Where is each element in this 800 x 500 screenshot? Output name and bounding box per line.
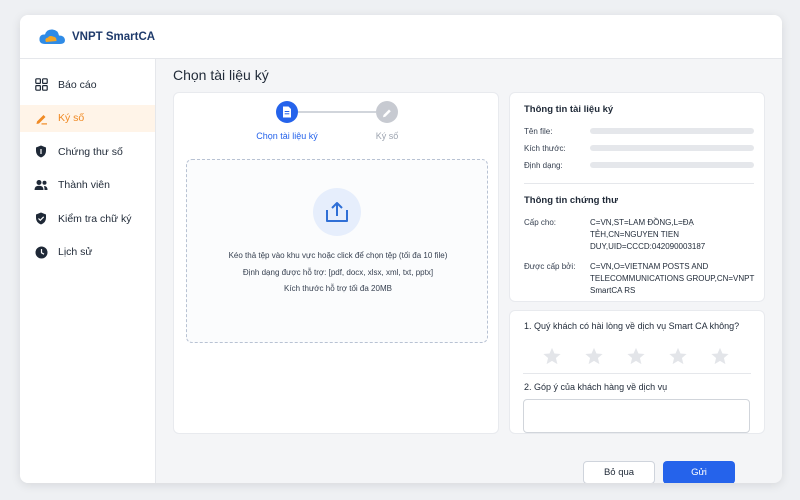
file-size-label: Kích thước: — [524, 144, 566, 153]
file-name-label: Tên file: — [524, 127, 553, 136]
sidebar-item-kiem-tra-chu-ky[interactable]: Kiểm tra chữ ký — [20, 205, 155, 232]
star-icon[interactable] — [626, 347, 646, 365]
section-divider — [524, 183, 754, 184]
sidebar-item-label: Báo cáo — [58, 78, 97, 91]
dropzone-instruction: Kéo thả tệp vào khu vực hoặc click để ch… — [228, 251, 448, 260]
issued-to-label: Cấp cho: — [524, 218, 557, 227]
sidebar: Báo cáo Ký số Chứng thư số Thành viên Ki… — [20, 59, 156, 483]
sidebar-item-label: Chứng thư số — [58, 145, 123, 158]
file-format-label: Định dạng: — [524, 161, 563, 170]
rating-card: 1. Quý khách có hài lòng về dịch vụ Smar… — [509, 310, 765, 434]
upload-icon — [326, 202, 348, 222]
sidebar-item-label: Lịch sử — [58, 246, 93, 258]
star-icon[interactable] — [710, 347, 730, 365]
document-icon — [283, 106, 291, 118]
star-rating[interactable] — [542, 347, 752, 365]
feedback-input[interactable] — [523, 399, 750, 433]
top-bar: VNPT SmartCA — [20, 15, 782, 59]
grid-icon — [34, 78, 48, 92]
step-1-label: Chọn tài liệu ký — [256, 131, 318, 141]
upload-card: Chọn tài liệu ký Ký số Kéo thả tệp vào k… — [173, 92, 499, 434]
dropzone-size-limit: Kích thước hỗ trợ tối đa 20MB — [284, 284, 392, 293]
sidebar-item-ky-so[interactable]: Ký số — [20, 104, 155, 132]
issued-by-label: Được cấp bởi: — [524, 262, 576, 271]
sidebar-item-label: Thành viên — [58, 179, 110, 191]
app-name: VNPT SmartCA — [72, 30, 156, 43]
sidebar-item-label: Kiểm tra chữ ký — [58, 212, 132, 225]
step-2-label: Ký số — [375, 131, 399, 141]
issued-to-value: C=VN,ST=LAM ĐỒNG,L=ĐẠ TẺH,CN=NGUYEN TIEN… — [590, 218, 706, 251]
step-2-indicator[interactable] — [376, 101, 398, 123]
app-window: VNPT SmartCA Báo cáo Ký số Chứng thư số … — [20, 15, 782, 483]
step-1-indicator[interactable] — [276, 101, 298, 123]
send-button[interactable]: Gửi — [663, 461, 735, 483]
shield-icon — [34, 145, 48, 159]
file-name-placeholder — [590, 128, 754, 134]
satisfaction-question: 1. Quý khách có hài lòng về dịch vụ Smar… — [524, 321, 740, 331]
issued-by-value: C=VN,O=VIETNAM POSTS AND TELECOMMUNICATI… — [590, 262, 755, 295]
skip-button[interactable]: Bỏ qua — [583, 461, 655, 483]
shield-check-icon — [34, 212, 48, 226]
star-icon[interactable] — [542, 347, 562, 365]
stepper: Chọn tài liệu ký Ký số — [174, 101, 500, 147]
stepper-connector — [298, 111, 376, 113]
file-dropzone[interactable]: Kéo thả tệp vào khu vực hoặc click để ch… — [186, 159, 488, 343]
rating-divider — [523, 373, 751, 374]
sidebar-item-label: Ký số — [58, 112, 85, 124]
sidebar-item-lich-su[interactable]: Lịch sử — [20, 239, 155, 266]
pen-icon — [382, 109, 391, 117]
pen-icon — [34, 111, 48, 125]
file-size-placeholder — [590, 145, 754, 151]
document-info-card: Thông tin tài liệu ký Tên file: Kích thư… — [509, 92, 765, 302]
doc-info-title: Thông tin tài liệu ký — [524, 104, 614, 115]
sidebar-item-chung-thu-so[interactable]: Chứng thư số — [20, 138, 155, 165]
upload-icon-badge — [313, 188, 361, 236]
sidebar-item-thanh-vien[interactable]: Thành viên — [20, 172, 155, 199]
star-icon[interactable] — [668, 347, 688, 365]
star-icon[interactable] — [584, 347, 604, 365]
page-title: Chọn tài liệu ký — [173, 67, 269, 83]
main-content: Chọn tài liệu ký Chọn tài liệu ký Ký số … — [156, 59, 782, 483]
feedback-question: 2. Góp ý của khách hàng về dịch vụ — [524, 382, 668, 392]
sidebar-item-bao-cao[interactable]: Báo cáo — [20, 71, 155, 98]
file-format-placeholder — [590, 162, 754, 168]
cert-info-title: Thông tin chứng thư — [524, 195, 618, 206]
dropzone-formats: Định dạng được hỗ trợ: [pdf, docx, xlsx,… — [242, 268, 434, 277]
cloud-logo-icon — [39, 28, 65, 44]
users-icon — [34, 178, 48, 192]
app-logo[interactable]: VNPT SmartCA — [38, 27, 155, 47]
clock-icon — [34, 245, 48, 259]
